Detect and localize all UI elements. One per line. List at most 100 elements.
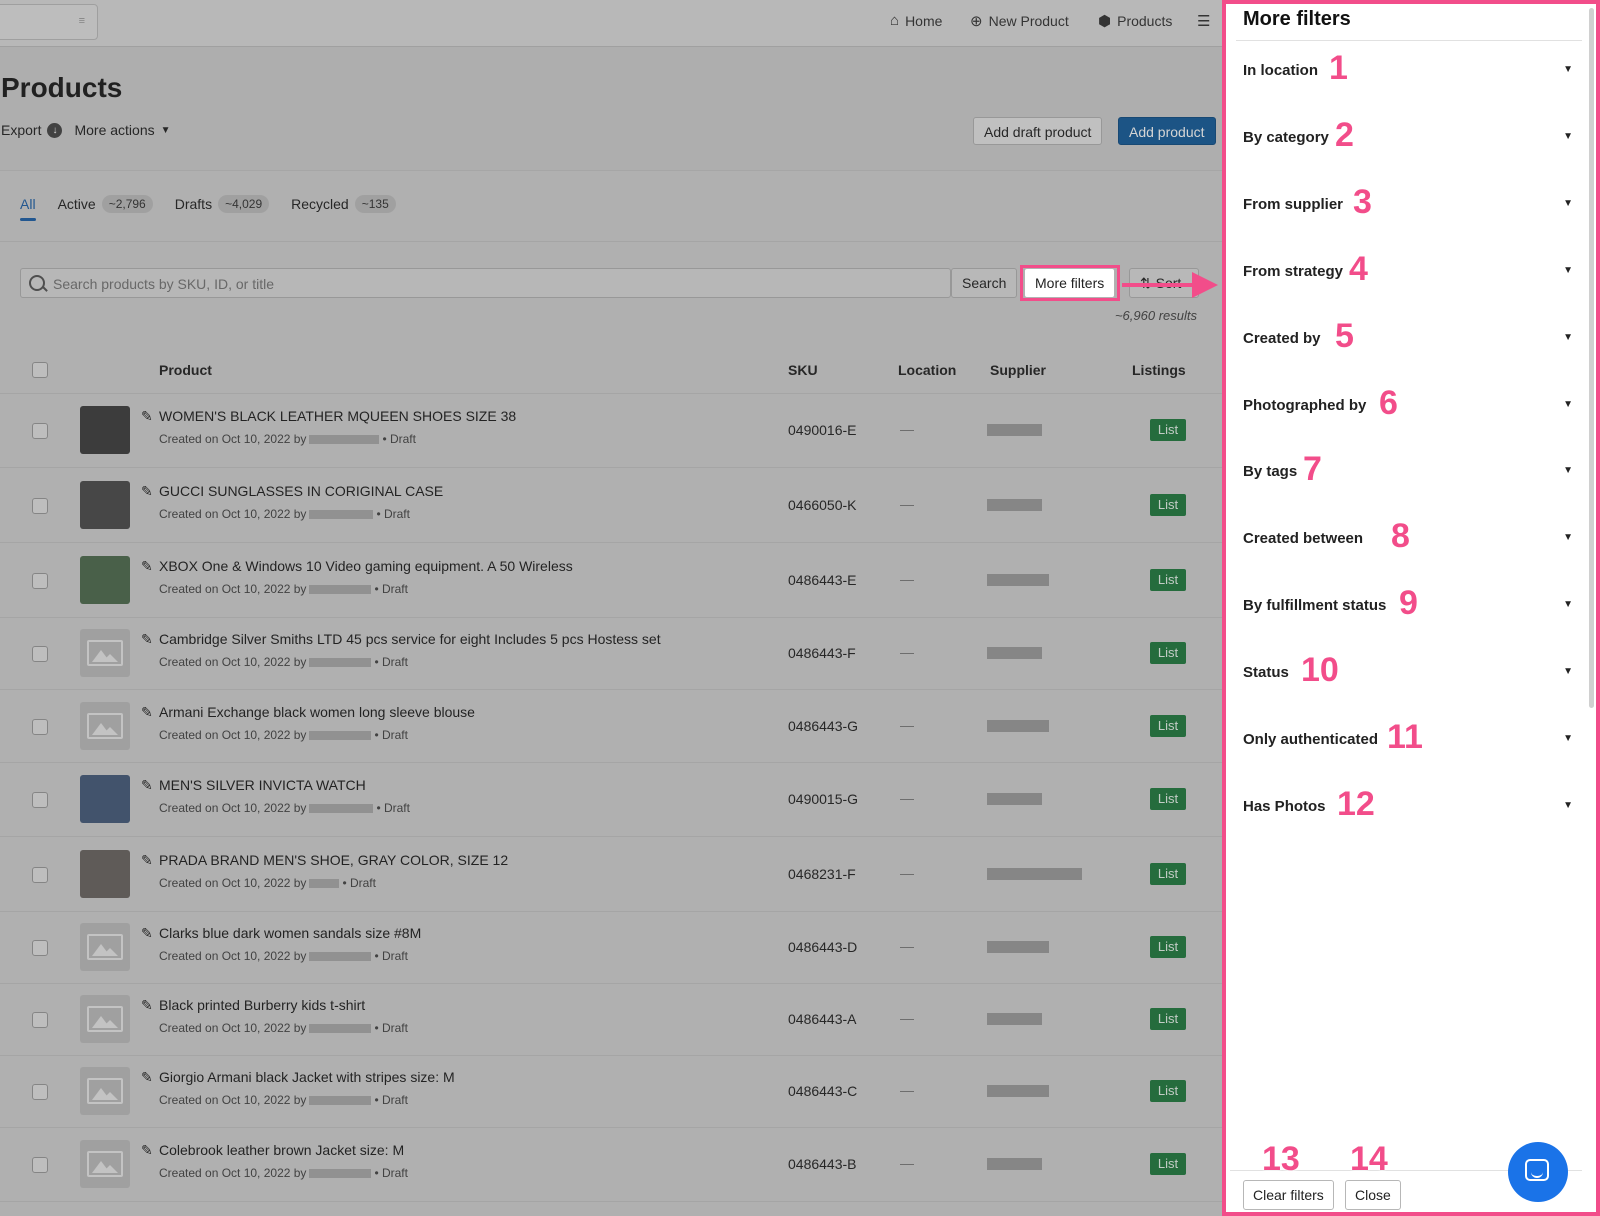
row-checkbox[interactable]: [32, 423, 48, 439]
product-title[interactable]: XBOX One & Windows 10 Video gaming equip…: [159, 558, 573, 574]
edit-icon[interactable]: ✎: [141, 631, 153, 648]
row-checkbox[interactable]: [32, 1012, 48, 1028]
search-button[interactable]: Search: [951, 268, 1018, 298]
list-button[interactable]: List: [1150, 1008, 1186, 1030]
export-button[interactable]: Export: [1, 122, 41, 138]
product-title[interactable]: PRADA BRAND MEN'S SHOE, GRAY COLOR, SIZE…: [159, 852, 508, 868]
tab-recycled[interactable]: Recycled ~135: [291, 195, 396, 213]
product-title[interactable]: GUCCI SUNGLASSES IN CORIGINAL CASE: [159, 483, 443, 499]
filter-dropdown[interactable]: Photographed by 6 ▼: [1243, 386, 1573, 420]
tab-all[interactable]: All: [20, 196, 36, 221]
list-button[interactable]: List: [1150, 493, 1186, 516]
edit-icon[interactable]: ✎: [141, 558, 153, 575]
chevron-down-icon[interactable]: ▼: [161, 125, 171, 136]
row-checkbox[interactable]: [32, 497, 48, 514]
chat-launcher[interactable]: [1508, 1142, 1568, 1202]
filter-dropdown[interactable]: Only authenticated 11 ▼: [1243, 720, 1573, 754]
edit-icon[interactable]: ✎: [141, 925, 153, 942]
list-button[interactable]: List: [1150, 862, 1186, 885]
product-title[interactable]: Colebrook leather brown Jacket size: M: [159, 1142, 404, 1158]
edit-icon[interactable]: ✎: [141, 1069, 153, 1086]
image-placeholder-icon[interactable]: [80, 1067, 130, 1115]
list-button[interactable]: List: [1150, 714, 1186, 737]
filter-dropdown[interactable]: Created between 8 ▼: [1243, 519, 1573, 553]
filter-dropdown[interactable]: Created by 5 ▼: [1243, 319, 1573, 353]
image-placeholder-icon[interactable]: [80, 629, 130, 677]
list-button[interactable]: List: [1150, 419, 1186, 441]
add-product-button[interactable]: Add product: [1118, 117, 1216, 145]
logo-box[interactable]: ≡: [0, 4, 98, 40]
table-row[interactable]: ✎ Colebrook leather brown Jacket size: M C…: [0, 1127, 1222, 1202]
nav-home[interactable]: ⌂ Home: [890, 12, 942, 29]
edit-icon[interactable]: ✎: [141, 483, 153, 500]
clear-filters-button[interactable]: Clear filters: [1243, 1180, 1334, 1210]
filter-dropdown[interactable]: In location 1 ▼: [1243, 51, 1573, 85]
image-placeholder-icon[interactable]: [80, 1140, 130, 1188]
filter-dropdown[interactable]: Has Photos 12 ▼: [1243, 787, 1573, 821]
row-checkbox[interactable]: [32, 1157, 48, 1173]
product-title[interactable]: Armani Exchange black women long sleeve …: [159, 704, 475, 720]
download-icon[interactable]: ↓: [47, 122, 63, 138]
product-title[interactable]: WOMEN'S BLACK LEATHER MQUEEN SHOES SIZE …: [159, 408, 516, 424]
nav-list[interactable]: ☰: [1197, 12, 1210, 30]
filter-dropdown[interactable]: From strategy 4 ▼: [1243, 252, 1573, 286]
product-title[interactable]: Giorgio Armani black Jacket with stripes…: [159, 1069, 455, 1085]
list-button[interactable]: List: [1150, 936, 1186, 958]
row-checkbox[interactable]: [32, 940, 48, 956]
more-actions-button[interactable]: More actions: [74, 122, 154, 138]
nav-products[interactable]: ⬢ Products: [1098, 12, 1172, 30]
product-title[interactable]: Black printed Burberry kids t-shirt: [159, 997, 365, 1013]
table-row[interactable]: ✎ Cambridge Silver Smiths LTD 45 pcs serv…: [0, 617, 1222, 690]
table-row[interactable]: ✎ GUCCI SUNGLASSES IN CORIGINAL CASE Creat…: [0, 467, 1222, 543]
row-checkbox[interactable]: [32, 1084, 48, 1100]
row-checkbox[interactable]: [32, 792, 48, 808]
image-placeholder-icon[interactable]: [80, 995, 130, 1043]
row-checkbox[interactable]: [32, 718, 48, 735]
scrollbar[interactable]: [1589, 8, 1594, 708]
filter-dropdown[interactable]: Status 10 ▼: [1243, 653, 1573, 687]
table-row[interactable]: ✎ Clarks blue dark women sandals size #8M…: [0, 911, 1222, 984]
filter-dropdown[interactable]: By tags 7 ▼: [1243, 452, 1573, 486]
image-placeholder-icon[interactable]: [80, 923, 130, 971]
table-row[interactable]: ✎ MEN'S SILVER INVICTA WATCH Created on Oc…: [0, 762, 1222, 837]
row-checkbox[interactable]: [32, 646, 48, 662]
product-title[interactable]: MEN'S SILVER INVICTA WATCH: [159, 777, 366, 793]
row-checkbox[interactable]: [32, 572, 48, 589]
table-row[interactable]: ✎ Armani Exchange black women long sleeve…: [0, 689, 1222, 763]
nav-new-product[interactable]: ⊕ New Product: [970, 12, 1069, 30]
product-thumbnail[interactable]: [80, 849, 130, 898]
edit-icon[interactable]: ✎: [141, 408, 153, 425]
edit-icon[interactable]: ✎: [141, 997, 153, 1014]
select-all-checkbox[interactable]: [32, 362, 48, 378]
filter-dropdown[interactable]: By fulfillment status 9 ▼: [1243, 586, 1573, 620]
table-row[interactable]: ✎ XBOX One & Windows 10 Video gaming equi…: [0, 542, 1222, 618]
product-title[interactable]: Clarks blue dark women sandals size #8M: [159, 925, 421, 941]
product-title[interactable]: Cambridge Silver Smiths LTD 45 pcs servi…: [159, 631, 661, 647]
filter-dropdown[interactable]: By category 2 ▼: [1243, 118, 1573, 152]
table-row[interactable]: ✎ Black printed Burberry kids t-shirt Crea…: [0, 983, 1222, 1056]
close-button[interactable]: Close: [1345, 1180, 1401, 1210]
tab-active[interactable]: Active ~2,796: [58, 195, 153, 213]
tab-drafts[interactable]: Drafts ~4,029: [175, 195, 270, 213]
list-button[interactable]: List: [1150, 1080, 1186, 1102]
edit-icon[interactable]: ✎: [141, 704, 153, 721]
list-button[interactable]: List: [1150, 568, 1186, 591]
product-thumbnail[interactable]: [80, 406, 130, 454]
list-button[interactable]: List: [1150, 1153, 1186, 1175]
table-row[interactable]: ✎ WOMEN'S BLACK LEATHER MQUEEN SHOES SIZE…: [0, 393, 1222, 468]
filter-dropdown[interactable]: From supplier 3 ▼: [1243, 185, 1573, 219]
product-thumbnail[interactable]: [80, 480, 130, 529]
edit-icon[interactable]: ✎: [141, 777, 153, 794]
list-button[interactable]: List: [1150, 642, 1186, 664]
edit-icon[interactable]: ✎: [141, 1142, 153, 1159]
table-row[interactable]: ✎ PRADA BRAND MEN'S SHOE, GRAY COLOR, SIZ…: [0, 836, 1222, 912]
table-row[interactable]: ✎ Giorgio Armani black Jacket with stripe…: [0, 1055, 1222, 1128]
image-placeholder-icon[interactable]: [80, 701, 130, 750]
add-draft-product-button[interactable]: Add draft product: [973, 117, 1103, 145]
edit-icon[interactable]: ✎: [141, 852, 153, 869]
product-thumbnail[interactable]: [80, 555, 130, 604]
search-input[interactable]: [51, 271, 935, 297]
product-thumbnail[interactable]: [80, 775, 130, 823]
row-checkbox[interactable]: [32, 866, 48, 883]
list-button[interactable]: List: [1150, 788, 1186, 810]
